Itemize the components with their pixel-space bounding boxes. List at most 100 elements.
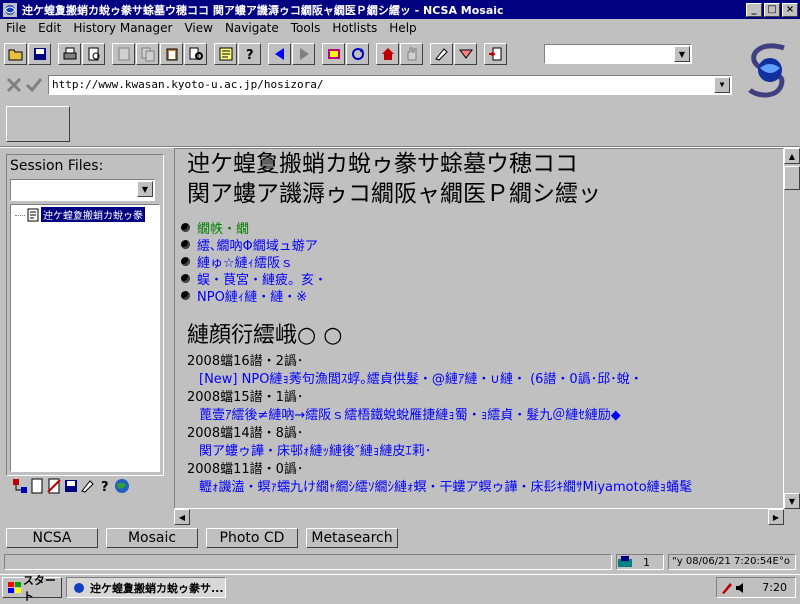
edit-page-icon[interactable] — [46, 478, 62, 494]
page-heading-line1: 迚ケ蝗夐搬蛸カ蛻ゥ豢サ蜍墓ウ穂ココ — [187, 151, 578, 177]
status-count: 1 — [616, 554, 664, 570]
ncsa-button[interactable]: NCSA — [6, 528, 98, 548]
security-icon — [618, 556, 632, 567]
circle-icon: ○ — [316, 323, 343, 348]
session-combo[interactable]: ▼ — [10, 179, 155, 201]
copy-icon[interactable] — [136, 43, 159, 65]
bullet-icon — [181, 274, 190, 283]
page-heading: 迚ケ蝗夐搬蛸カ蛻ゥ豢サ蜍墓ウ穂ココ 関ア螻ア譏溽ゥコ繝阪ャ繝医Ｐ繝シ繧ッ — [187, 149, 777, 209]
help-icon[interactable]: ? — [97, 478, 113, 494]
windows-logo-icon — [8, 581, 21, 593]
open-folder-icon[interactable] — [4, 43, 27, 65]
annotate-icon[interactable] — [80, 478, 96, 494]
scroll-thumb[interactable] — [784, 166, 800, 190]
scroll-left-icon[interactable]: ◀ — [174, 509, 190, 525]
scroll-right-icon[interactable]: ▶ — [768, 509, 784, 525]
minimize-button[interactable]: _ — [746, 2, 762, 17]
menu-hotlists[interactable]: Hotlists — [326, 21, 383, 35]
globe-icon[interactable] — [114, 478, 130, 494]
find-icon[interactable] — [184, 43, 207, 65]
news-link[interactable]: 関ア螻ゥ譁・床邨ｫ縺ｯ縺後″縺ｮ縺皮ｴ莉･ — [187, 443, 783, 461]
news-date: 2008蟷15譛・1譌･ — [187, 390, 304, 405]
print-icon[interactable] — [58, 43, 81, 65]
window-title: 迚ケ蝗夐搬蛸カ蛻ゥ豢サ蜍墓ウ穂ココ 関ア螻ア譏溽ゥコ繝阪ャ繝医Ｐ繝シ繧ッ - N… — [22, 3, 504, 17]
taskbar: スタート 迚ケ蝗夐搬蛸カ蛻ゥ豢サ... 7:20 — [0, 574, 800, 603]
url-field[interactable]: http://www.kwasan.kyoto-u.ac.jp/hosizora… — [48, 75, 732, 95]
tree-item[interactable]: 迚ケ蝗夐搬蛸カ蛻ゥ豢 — [25, 207, 145, 222]
news-link[interactable]: 蓖壹ｱ繧後≠縺吶→繧阪ｓ繧梧鐵蛻蛻雁捷縺ｮ蜀・ｮ繧貞・髮九＠縺ｾ縺励◆ — [187, 407, 783, 425]
page-icon[interactable] — [29, 478, 45, 494]
url-text: http://www.kwasan.kyoto-u.ac.jp/hosizora… — [52, 78, 324, 91]
list-item: 繝帙・繝 — [181, 219, 327, 237]
list-item: 縺ゅ☆縺ｨ繧阪ｓ — [181, 253, 327, 271]
news-link[interactable]: [New] NPO縺ｮ莠句漁閭ｽ蜉｡繧貞供髮・@縺ｱ縺・∪縺・ (6譛・0譌･邱… — [187, 371, 783, 389]
menu-tools[interactable]: Tools — [285, 21, 327, 35]
news-date: 2008蟷16譛・2譌･ — [187, 354, 304, 369]
address-row: http://www.kwasan.kyoto-u.ac.jp/hosizora… — [0, 74, 738, 96]
location-combo[interactable]: ▼ — [544, 44, 692, 64]
document-icon[interactable] — [214, 43, 237, 65]
annotate-icon[interactable] — [430, 43, 453, 65]
start-button[interactable]: スタート — [2, 574, 62, 603]
blank-toolbar-button[interactable] — [6, 106, 70, 142]
news-list: 2008蟷16譛・2譌･ [New] NPO縺ｮ莠句漁閭ｽ蜉｡繧貞供髮・@縺ｱ縺… — [187, 353, 783, 497]
forward-arrow-icon[interactable] — [292, 43, 315, 65]
menu-edit[interactable]: Edit — [32, 21, 67, 35]
taskbar-item-label: 迚ケ蝗夐搬蛸カ蛻ゥ豢サ... — [90, 581, 224, 595]
network-icon[interactable] — [12, 478, 28, 494]
menu-history-manager[interactable]: History Manager — [67, 21, 178, 35]
document-icon — [27, 208, 39, 221]
save-icon[interactable] — [28, 43, 51, 65]
menu-view[interactable]: View — [178, 21, 218, 35]
reload-icon[interactable] — [346, 43, 369, 65]
start-label: スタート — [22, 573, 56, 603]
mosaic-button[interactable]: Mosaic — [106, 528, 198, 548]
pen-icon[interactable] — [720, 581, 734, 595]
stop-hand-icon[interactable] — [400, 43, 423, 65]
check-icon[interactable] — [24, 76, 44, 94]
add-to-hotlist-icon[interactable] — [484, 43, 507, 65]
mosaic-app-icon[interactable] — [2, 2, 18, 18]
tree-item-label: 迚ケ蝗夐搬蛸カ蛻ゥ豢 — [41, 207, 145, 222]
maximize-button[interactable]: □ — [764, 2, 780, 17]
news-heading: 縺顔衍繧峨○ ○ — [187, 323, 343, 348]
cancel-x-icon[interactable] — [4, 76, 24, 94]
svg-text:?: ? — [246, 48, 254, 62]
save-icon[interactable] — [63, 478, 79, 494]
hotlist-icon[interactable] — [454, 43, 477, 65]
nav-link-about[interactable]: NPO縺ｨ縺・縺・※ — [197, 286, 307, 305]
menu-file[interactable]: File — [0, 21, 32, 35]
svg-text:?: ? — [101, 480, 109, 494]
volume-icon[interactable] — [734, 581, 748, 595]
status-datetime: “y 08/06/21 7:20:54E°o — [668, 554, 796, 570]
chevron-down-icon[interactable]: ▼ — [137, 181, 153, 197]
status-message — [4, 554, 612, 570]
home-page-icon[interactable] — [322, 43, 345, 65]
panel-icons: ? — [12, 478, 131, 494]
taskbar-item[interactable]: 迚ケ蝗夐搬蛸カ蛻ゥ豢サ... — [66, 577, 226, 598]
help-icon[interactable]: ? — [238, 43, 261, 65]
photo-cd-button[interactable]: Photo CD — [206, 528, 298, 548]
print-preview-icon[interactable] — [82, 43, 105, 65]
paste-icon[interactable] — [160, 43, 183, 65]
back-arrow-icon[interactable] — [268, 43, 291, 65]
list-item: 繧､繝吶Φ繝域ュ蝣ア — [181, 236, 327, 254]
news-date: 2008蟷11譛・0譌･ — [187, 462, 304, 477]
scroll-up-icon[interactable]: ▲ — [784, 148, 800, 164]
home-icon[interactable] — [376, 43, 399, 65]
menu-help[interactable]: Help — [383, 21, 422, 35]
menu-navigate[interactable]: Navigate — [219, 21, 285, 35]
metasearch-button[interactable]: Metasearch — [306, 528, 398, 548]
menu-bar: File Edit History Manager View Navigate … — [0, 19, 800, 37]
vertical-scrollbar[interactable]: ▲ ▼ — [784, 148, 800, 509]
horizontal-scrollbar[interactable]: ◀ ▶ — [174, 509, 784, 525]
close-button[interactable]: × — [782, 2, 798, 17]
news-link[interactable]: 轣ｫ譏溘・螟ｧ蠕九け繝ｬ繝ｼ繧ｿ繝ｼ縺ｫ螟・干螻ア螟ゥ譁・床髟ｷ繝ｻMiyamo… — [187, 479, 783, 497]
chevron-down-icon[interactable]: ▼ — [674, 46, 690, 62]
cut-icon[interactable] — [112, 43, 135, 65]
news-date: 2008蟷14譛・8譌･ — [187, 426, 304, 441]
scroll-down-icon[interactable]: ▼ — [784, 493, 800, 509]
mosaic-app-icon — [74, 582, 84, 593]
session-files-label: Session Files: — [10, 158, 104, 174]
chevron-down-icon[interactable]: ▼ — [714, 77, 730, 93]
